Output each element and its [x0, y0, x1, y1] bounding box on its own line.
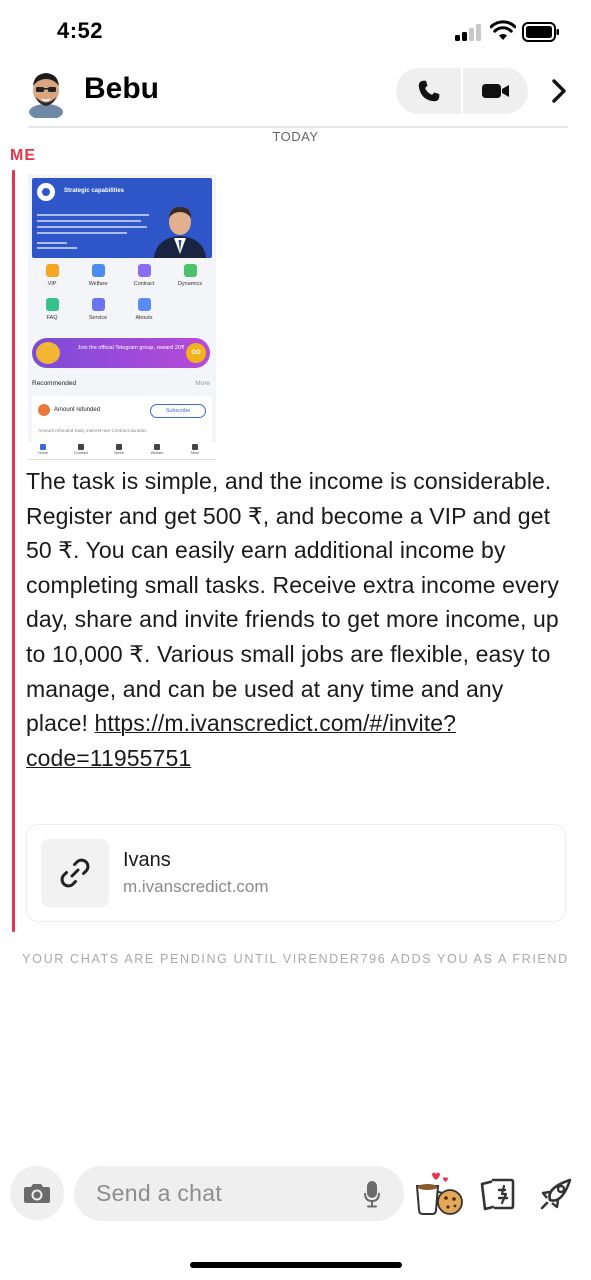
- link-icon: [60, 858, 90, 888]
- banner-quote-line: [37, 232, 127, 234]
- more-link[interactable]: More: [195, 380, 210, 387]
- cellular-signal-icon: [455, 24, 483, 41]
- wifi-icon: [490, 20, 516, 40]
- banner-quote-line: [37, 226, 147, 228]
- tab-welfare[interactable]: Welfare: [142, 444, 172, 455]
- telegram-promo-banner[interactable]: Join the official Telegram group, reward…: [32, 338, 210, 368]
- voice-call-button[interactable]: [396, 68, 461, 114]
- date-label: TODAY: [272, 129, 319, 144]
- link-preview-domain: m.ivanscredict.com: [123, 877, 269, 896]
- product-title: Amount refunded: [54, 407, 101, 413]
- invite-link[interactable]: https://m.ivanscredict.com/#/invite?code…: [26, 710, 456, 771]
- contact-name[interactable]: Bebu: [84, 72, 159, 106]
- chat-input-placeholder: Send a chat: [96, 1180, 223, 1206]
- microphone-icon[interactable]: [364, 1180, 380, 1208]
- app-logo-icon: [37, 183, 55, 201]
- app-welfare[interactable]: Welfare: [78, 264, 118, 287]
- banner-title: Strategic capabilities: [64, 188, 125, 194]
- message-body: The task is simple, and the income is co…: [26, 468, 559, 737]
- tab-home[interactable]: Home: [28, 444, 58, 455]
- rocket-icon[interactable]: [538, 1176, 574, 1212]
- app-service[interactable]: Service: [78, 298, 118, 321]
- link-preview-card[interactable]: Ivans m.ivanscredict.com: [26, 824, 566, 922]
- link-thumbnail: [41, 839, 109, 907]
- product-icon: [38, 404, 50, 416]
- app-dynamics[interactable]: Dynamics: [170, 264, 210, 287]
- message-accent-bar: [12, 170, 15, 932]
- call-actions: [396, 68, 528, 114]
- banner-quote-line: [37, 214, 149, 216]
- battery-icon: [522, 22, 559, 42]
- attached-screenshot[interactable]: Strategic capabilities VIP Welfare Contr…: [28, 174, 216, 460]
- executive-photo: [154, 207, 206, 258]
- contract-icon: [78, 444, 84, 450]
- product-columns: Amount refunded Daily interest rate Cont…: [38, 428, 147, 433]
- banner-quote-line: [37, 242, 67, 244]
- message-text: The task is simple, and the income is co…: [26, 464, 571, 775]
- video-camera-icon: [481, 84, 509, 98]
- sender-label: ME: [10, 147, 36, 164]
- avatar[interactable]: [24, 68, 68, 118]
- cards-icon[interactable]: [478, 1176, 516, 1212]
- chat-header: Bebu: [0, 62, 591, 126]
- gift-icon: [154, 444, 160, 450]
- promo-text: Join the official Telegram group, reward…: [77, 345, 185, 351]
- home-indicator[interactable]: [190, 1262, 402, 1268]
- news-icon: [116, 444, 122, 450]
- app-abouts[interactable]: Abouts: [124, 298, 164, 321]
- camera-button[interactable]: [10, 1166, 64, 1220]
- banner-quote-line: [37, 220, 141, 222]
- camera-icon: [24, 1184, 50, 1203]
- tab-mine[interactable]: Mine: [180, 444, 210, 455]
- pending-notice: YOUR CHATS ARE PENDING UNTIL VIRENDER796…: [22, 952, 569, 966]
- header-divider: [28, 126, 568, 128]
- app-faq[interactable]: FAQ: [32, 298, 72, 321]
- status-bar: 4:52: [0, 0, 591, 62]
- link-preview-title: Ivans: [123, 849, 171, 871]
- home-icon: [40, 444, 46, 450]
- recommended-header: Recommended More: [32, 380, 212, 387]
- subscribe-button[interactable]: Subscribe: [150, 404, 206, 418]
- status-time: 4:52: [57, 18, 104, 43]
- screenshot-banner: Strategic capabilities: [32, 178, 212, 258]
- person-icon: [192, 444, 198, 450]
- app-contract[interactable]: Contract: [124, 264, 164, 287]
- phone-icon: [418, 80, 439, 102]
- tab-news[interactable]: News: [104, 444, 134, 455]
- screenshot-tab-bar: Home Contract News Welfare Mine: [28, 442, 216, 459]
- chat-input[interactable]: Send a chat: [74, 1166, 404, 1221]
- promo-go-button[interactable]: GO: [186, 343, 206, 363]
- sticker-icon[interactable]: [414, 1170, 464, 1216]
- video-call-button[interactable]: [463, 68, 528, 114]
- coin-icon: [36, 342, 60, 364]
- recommended-label: Recommended: [32, 380, 77, 387]
- more-button[interactable]: [544, 76, 574, 106]
- tab-contract[interactable]: Contract: [66, 444, 96, 455]
- banner-quote-line: [37, 247, 77, 249]
- app-vip[interactable]: VIP: [32, 264, 72, 287]
- chevron-right-icon: [552, 79, 566, 103]
